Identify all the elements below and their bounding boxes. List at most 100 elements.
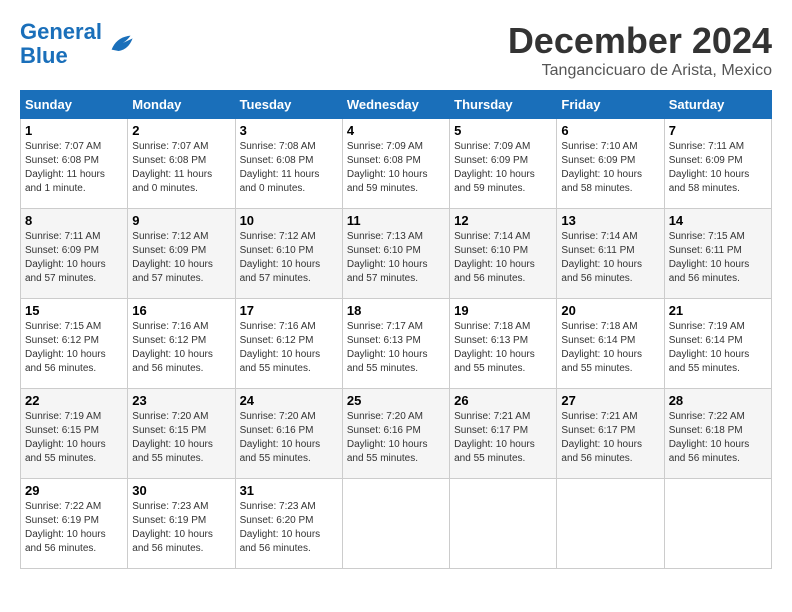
calendar-empty-cell xyxy=(664,479,771,569)
col-wednesday: Wednesday xyxy=(342,91,449,119)
calendar-empty-cell xyxy=(557,479,664,569)
day-number: 20 xyxy=(561,303,659,318)
day-number: 8 xyxy=(25,213,123,228)
day-info: Sunrise: 7:20 AMSunset: 6:15 PMDaylight:… xyxy=(132,411,213,464)
day-info: Sunrise: 7:22 AMSunset: 6:19 PMDaylight:… xyxy=(25,501,106,554)
day-info: Sunrise: 7:23 AMSunset: 6:19 PMDaylight:… xyxy=(132,501,213,554)
day-number: 7 xyxy=(669,123,767,138)
day-number: 25 xyxy=(347,393,445,408)
calendar-day-cell: 28 Sunrise: 7:22 AMSunset: 6:18 PMDayligh… xyxy=(664,389,771,479)
day-number: 13 xyxy=(561,213,659,228)
day-info: Sunrise: 7:12 AMSunset: 6:10 PMDaylight:… xyxy=(240,231,321,284)
calendar-week-row: 15 Sunrise: 7:15 AMSunset: 6:12 PMDayligh… xyxy=(21,299,772,389)
calendar-day-cell: 20 Sunrise: 7:18 AMSunset: 6:14 PMDayligh… xyxy=(557,299,664,389)
calendar-day-cell: 7Sunrise: 7:11 AMSunset: 6:09 PMDaylight… xyxy=(664,119,771,209)
calendar-day-cell: 1Sunrise: 7:07 AMSunset: 6:08 PMDaylight… xyxy=(21,119,128,209)
calendar-day-cell: 3 Sunrise: 7:08 AMSunset: 6:08 PMDaylight… xyxy=(235,119,342,209)
day-number: 1 xyxy=(25,123,123,138)
calendar-day-cell: 24 Sunrise: 7:20 AMSunset: 6:16 PMDayligh… xyxy=(235,389,342,479)
calendar-day-cell: 17Sunrise: 7:16 AMSunset: 6:12 PMDayligh… xyxy=(235,299,342,389)
day-info: Sunrise: 7:09 AMSunset: 6:09 PMDaylight:… xyxy=(454,141,535,194)
day-number: 22 xyxy=(25,393,123,408)
calendar-week-row: 1 Sunrise: 7:07 AMSunset: 6:08 PMDaylight… xyxy=(21,119,772,209)
day-number: 6 xyxy=(561,123,659,138)
day-number: 28 xyxy=(669,393,767,408)
calendar-table: Sunday Monday Tuesday Wednesday Thursday… xyxy=(20,90,772,569)
calendar-day-cell: 2 Sunrise: 7:07 AMSunset: 6:08 PMDaylight… xyxy=(128,119,235,209)
calendar-empty-cell xyxy=(450,479,557,569)
calendar-week-row: 29 Sunrise: 7:22 AMSunset: 6:19 PMDayligh… xyxy=(21,479,772,569)
calendar-header-row: Sunday Monday Tuesday Wednesday Thursday… xyxy=(21,91,772,119)
day-info: Sunrise: 7:19 AMSunset: 6:15 PMDaylight:… xyxy=(25,411,106,464)
calendar-day-cell: 15 Sunrise: 7:15 AMSunset: 6:12 PMDayligh… xyxy=(21,299,128,389)
day-number: 3 xyxy=(240,123,338,138)
calendar-day-cell: 19 Sunrise: 7:18 AMSunset: 6:13 PMDayligh… xyxy=(450,299,557,389)
calendar-day-cell: 30Sunrise: 7:23 AMSunset: 6:19 PMDayligh… xyxy=(128,479,235,569)
day-info: Sunrise: 7:17 AMSunset: 6:13 PMDaylight:… xyxy=(347,321,428,374)
day-info: Sunrise: 7:12 AMSunset: 6:09 PMDaylight:… xyxy=(132,231,213,284)
calendar-week-row: 22 Sunrise: 7:19 AMSunset: 6:15 PMDayligh… xyxy=(21,389,772,479)
calendar-day-cell: 13 Sunrise: 7:14 AMSunset: 6:11 PMDayligh… xyxy=(557,209,664,299)
day-info: Sunrise: 7:22 AMSunset: 6:18 PMDaylight:… xyxy=(669,411,750,464)
day-number: 27 xyxy=(561,393,659,408)
day-info: Sunrise: 7:13 AMSunset: 6:10 PMDaylight:… xyxy=(347,231,428,284)
day-number: 24 xyxy=(240,393,338,408)
day-info: Sunrise: 7:16 AMSunset: 6:12 PMDaylight:… xyxy=(132,321,213,374)
day-info: Sunrise: 7:19 AMSunset: 6:14 PMDaylight:… xyxy=(669,321,750,374)
day-info: Sunrise: 7:15 AMSunset: 6:11 PMDaylight:… xyxy=(669,231,750,284)
day-number: 15 xyxy=(25,303,123,318)
day-number: 9 xyxy=(132,213,230,228)
calendar-day-cell: 31Sunrise: 7:23 AMSunset: 6:20 PMDayligh… xyxy=(235,479,342,569)
day-number: 4 xyxy=(347,123,445,138)
day-info: Sunrise: 7:18 AMSunset: 6:14 PMDaylight:… xyxy=(561,321,642,374)
col-thursday: Thursday xyxy=(450,91,557,119)
calendar-day-cell: 10 Sunrise: 7:12 AMSunset: 6:10 PMDayligh… xyxy=(235,209,342,299)
logo-text: GeneralBlue xyxy=(20,20,102,68)
day-info: Sunrise: 7:09 AMSunset: 6:08 PMDaylight:… xyxy=(347,141,428,194)
day-info: Sunrise: 7:14 AMSunset: 6:10 PMDaylight:… xyxy=(454,231,535,284)
calendar-day-cell: 16 Sunrise: 7:16 AMSunset: 6:12 PMDayligh… xyxy=(128,299,235,389)
calendar-week-row: 8 Sunrise: 7:11 AMSunset: 6:09 PMDaylight… xyxy=(21,209,772,299)
col-monday: Monday xyxy=(128,91,235,119)
day-number: 2 xyxy=(132,123,230,138)
day-number: 10 xyxy=(240,213,338,228)
title-block: December 2024 Tangancicuaro de Arista, M… xyxy=(508,20,772,80)
col-saturday: Saturday xyxy=(664,91,771,119)
day-info: Sunrise: 7:20 AMSunset: 6:16 PMDaylight:… xyxy=(240,411,321,464)
calendar-day-cell: 18Sunrise: 7:17 AMSunset: 6:13 PMDayligh… xyxy=(342,299,449,389)
day-info: Sunrise: 7:08 AMSunset: 6:08 PMDaylight:… xyxy=(240,141,320,194)
logo: GeneralBlue xyxy=(20,20,134,68)
day-number: 26 xyxy=(454,393,552,408)
calendar-empty-cell xyxy=(342,479,449,569)
day-number: 23 xyxy=(132,393,230,408)
calendar-day-cell: 4 Sunrise: 7:09 AMSunset: 6:08 PMDaylight… xyxy=(342,119,449,209)
col-friday: Friday xyxy=(557,91,664,119)
day-info: Sunrise: 7:11 AMSunset: 6:09 PMDaylight:… xyxy=(25,231,106,284)
logo-bird-icon xyxy=(106,30,134,58)
calendar-day-cell: 23 Sunrise: 7:20 AMSunset: 6:15 PMDayligh… xyxy=(128,389,235,479)
calendar-day-cell: 8 Sunrise: 7:11 AMSunset: 6:09 PMDaylight… xyxy=(21,209,128,299)
page-header: GeneralBlue December 2024 Tangancicuaro … xyxy=(20,20,772,80)
day-number: 12 xyxy=(454,213,552,228)
day-number: 17 xyxy=(240,303,338,318)
calendar-day-cell: 26 Sunrise: 7:21 AMSunset: 6:17 PMDayligh… xyxy=(450,389,557,479)
day-info: Sunrise: 7:07 AMSunset: 6:08 PMDaylight:… xyxy=(132,141,212,194)
day-number: 19 xyxy=(454,303,552,318)
day-info: Sunrise: 7:21 AMSunset: 6:17 PMDaylight:… xyxy=(561,411,642,464)
calendar-day-cell: 22 Sunrise: 7:19 AMSunset: 6:15 PMDayligh… xyxy=(21,389,128,479)
day-info: Sunrise: 7:14 AMSunset: 6:11 PMDaylight:… xyxy=(561,231,642,284)
calendar-day-cell: 21Sunrise: 7:19 AMSunset: 6:14 PMDayligh… xyxy=(664,299,771,389)
day-number: 16 xyxy=(132,303,230,318)
calendar-day-cell: 14Sunrise: 7:15 AMSunset: 6:11 PMDayligh… xyxy=(664,209,771,299)
day-info: Sunrise: 7:18 AMSunset: 6:13 PMDaylight:… xyxy=(454,321,535,374)
day-info: Sunrise: 7:15 AMSunset: 6:12 PMDaylight:… xyxy=(25,321,106,374)
calendar-day-cell: 6 Sunrise: 7:10 AMSunset: 6:09 PMDaylight… xyxy=(557,119,664,209)
calendar-day-cell: 11Sunrise: 7:13 AMSunset: 6:10 PMDayligh… xyxy=(342,209,449,299)
calendar-day-cell: 12 Sunrise: 7:14 AMSunset: 6:10 PMDayligh… xyxy=(450,209,557,299)
col-tuesday: Tuesday xyxy=(235,91,342,119)
day-info: Sunrise: 7:20 AMSunset: 6:16 PMDaylight:… xyxy=(347,411,428,464)
day-info: Sunrise: 7:10 AMSunset: 6:09 PMDaylight:… xyxy=(561,141,642,194)
day-info: Sunrise: 7:21 AMSunset: 6:17 PMDaylight:… xyxy=(454,411,535,464)
day-info: Sunrise: 7:23 AMSunset: 6:20 PMDaylight:… xyxy=(240,501,321,554)
day-number: 29 xyxy=(25,483,123,498)
